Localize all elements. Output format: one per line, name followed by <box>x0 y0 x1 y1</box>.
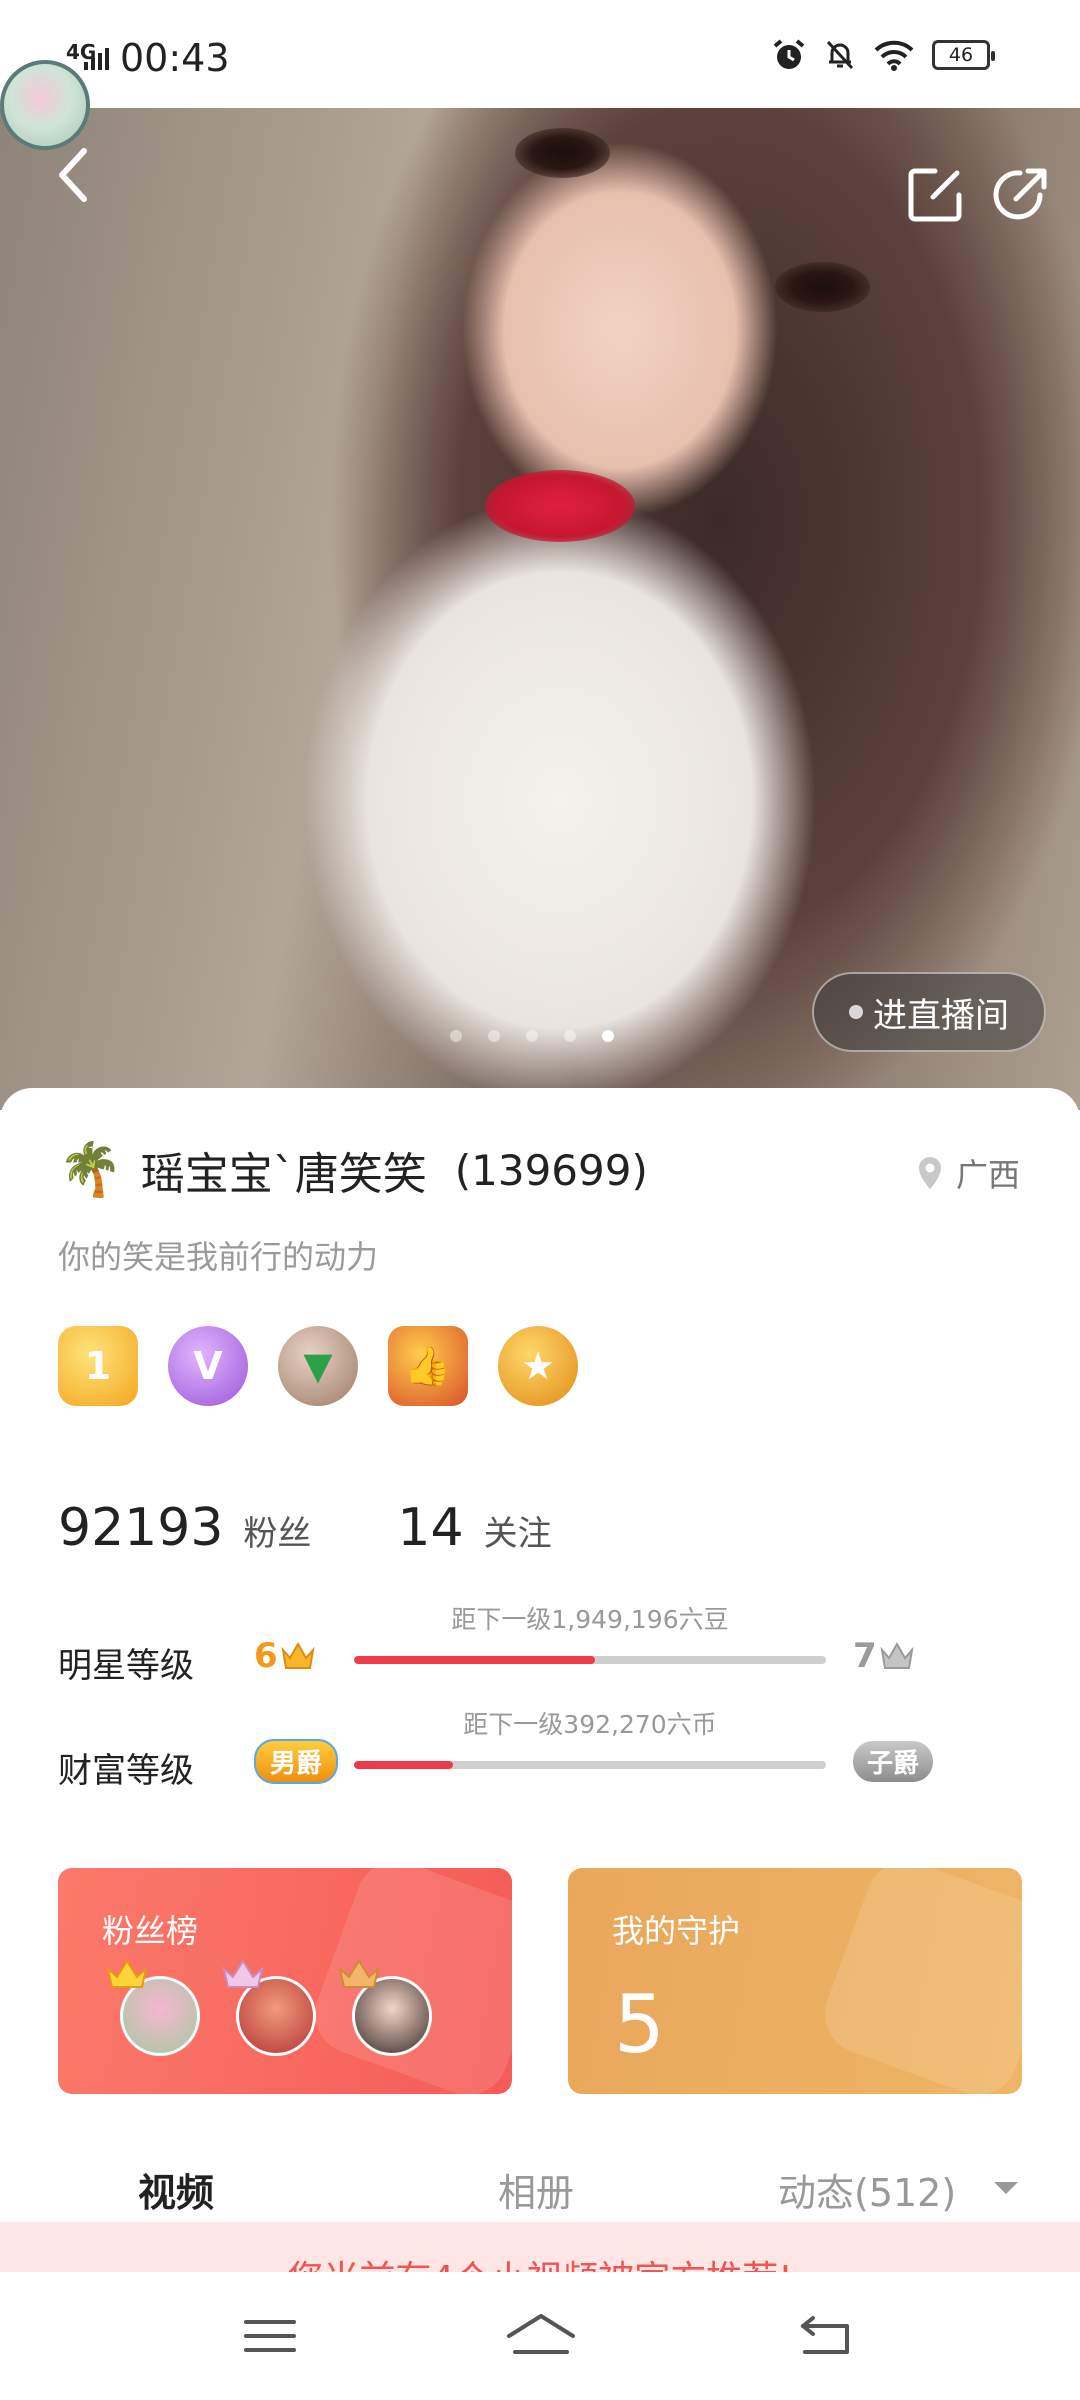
page-dot <box>564 1030 576 1042</box>
star-level-current: 6 <box>254 1634 316 1678</box>
fan-avatar[interactable] <box>338 1959 432 2056</box>
nickname: 瑶宝宝`唐笑笑 <box>140 1149 427 1200</box>
gold-star-medal-icon[interactable]: ★ <box>498 1326 578 1406</box>
page-dot <box>526 1030 538 1042</box>
page-dot <box>450 1030 462 1042</box>
star-level-current-number: 6 <box>254 1636 278 1676</box>
wealth-level-row[interactable]: 财富等级 男爵 距下一级392,270六币 子爵 <box>58 1710 1038 1793</box>
profile-info-card: 🌴 瑶宝宝`唐笑笑 (139699) 广西 你的笑是我前行的动力 1 V ▼ 👍… <box>0 1088 1080 2400</box>
crown-icon <box>222 1959 264 1988</box>
fan-avatar[interactable] <box>106 1959 200 2056</box>
silver-crown-icon <box>880 1641 914 1669</box>
content-tabs: 视频 相册 动态(512) <box>0 2136 1080 2252</box>
fan-avatar[interactable] <box>222 1959 316 2056</box>
guard-shield-decoration <box>813 1868 1022 2094</box>
wealth-level-current: 男爵 <box>254 1738 339 1784</box>
badge-list: 1 V ▼ 👍 ★ <box>58 1326 578 1406</box>
tab-video[interactable]: 视频 <box>138 2162 214 2217</box>
follow-stats: 92193 粉丝 14 关注 <box>58 1498 552 1558</box>
star-level-title: 明星等级 <box>58 1646 194 1686</box>
star-level-progress-fill <box>354 1656 595 1664</box>
wealth-level-hint: 距下一级392,270六币 <box>463 1710 717 1739</box>
star-level-next: 7 <box>853 1634 915 1678</box>
wifi-icon <box>874 40 914 71</box>
photo-detail <box>775 262 870 312</box>
fans-count[interactable]: 92193 <box>58 1498 223 1558</box>
wealth-level-title: 财富等级 <box>58 1751 194 1791</box>
wealth-level-progress-bar <box>354 1761 826 1769</box>
star-rank-badge-icon[interactable]: 1 <box>58 1326 138 1406</box>
location: 广西 <box>916 1150 1020 1196</box>
palm-tree-icon: 🌴 <box>58 1140 123 1200</box>
alarm-icon <box>773 39 805 69</box>
edit-icon[interactable] <box>905 165 965 225</box>
photo-detail <box>515 128 610 178</box>
floating-avatar[interactable] <box>0 60 90 150</box>
photo-detail <box>485 470 635 542</box>
signature: 你的笑是我前行的动力 <box>58 1238 379 1276</box>
wealth-level-next-badge: 子爵 <box>853 1740 934 1782</box>
wealth-level-next: 子爵 <box>853 1739 934 1783</box>
menu-icon[interactable] <box>240 2308 300 2364</box>
page-dot <box>488 1030 500 1042</box>
battery-icon: 46 <box>932 40 995 70</box>
my-guard-panel[interactable]: 我的守护 5 <box>568 1868 1022 2094</box>
star-level-progress-bar <box>354 1656 826 1664</box>
gold-crown-icon <box>281 1641 315 1669</box>
back-icon[interactable] <box>50 145 100 205</box>
fans-rank-avatars <box>106 1959 432 2056</box>
system-navigation-bar <box>0 2272 1080 2400</box>
wealth-level-current-badge: 男爵 <box>254 1738 339 1784</box>
page-dot-active <box>602 1030 614 1042</box>
back-nav-icon[interactable] <box>795 2308 855 2364</box>
tab-feed[interactable]: 动态(512) <box>778 2162 956 2217</box>
chevron-down-icon[interactable] <box>992 2180 1020 2196</box>
mute-notification-icon <box>826 40 854 70</box>
live-button-label: 进直播间 <box>873 995 1009 1036</box>
thumbs-up-badge-icon[interactable]: 👍 <box>388 1326 468 1406</box>
guard-title: 我的守护 <box>612 1912 741 1950</box>
clock: 00:43 <box>120 36 230 80</box>
name-row: 🌴 瑶宝宝`唐笑笑 (139699) <box>58 1138 648 1202</box>
wealth-level-progress-fill <box>354 1761 454 1769</box>
tab-album[interactable]: 相册 <box>498 2162 574 2217</box>
following-label[interactable]: 关注 <box>484 1506 552 1555</box>
star-level-hint: 距下一级1,949,196六豆 <box>451 1605 729 1634</box>
location-pin-icon <box>918 1157 941 1189</box>
share-icon[interactable] <box>990 165 1050 225</box>
fans-rank-panel[interactable]: 粉丝榜 <box>58 1868 512 2094</box>
crown-icon <box>338 1959 380 1988</box>
signal-icon <box>84 48 109 70</box>
vip-badge-icon[interactable]: V <box>168 1326 248 1406</box>
following-count[interactable]: 14 <box>397 1498 463 1558</box>
star-level-next-number: 7 <box>853 1636 877 1676</box>
fans-rank-title: 粉丝榜 <box>102 1912 199 1950</box>
user-id: (139699) <box>454 1145 648 1195</box>
enter-live-room-button[interactable]: 进直播间 <box>812 972 1046 1052</box>
star-level-row[interactable]: 明星等级 6 距下一级1,949,196六豆 7 <box>58 1605 1038 1688</box>
home-icon[interactable] <box>505 2308 577 2364</box>
guard-count: 5 <box>614 1978 665 2071</box>
green-gem-medal-icon[interactable]: ▼ <box>278 1326 358 1406</box>
crown-icon <box>106 1959 148 1988</box>
fans-label[interactable]: 粉丝 <box>243 1506 311 1555</box>
photo-page-indicator <box>450 1030 614 1042</box>
status-bar: 4G 00:43 46 <box>0 0 1080 108</box>
location-text: 广西 <box>955 1156 1020 1194</box>
live-dot-icon <box>849 1005 863 1019</box>
